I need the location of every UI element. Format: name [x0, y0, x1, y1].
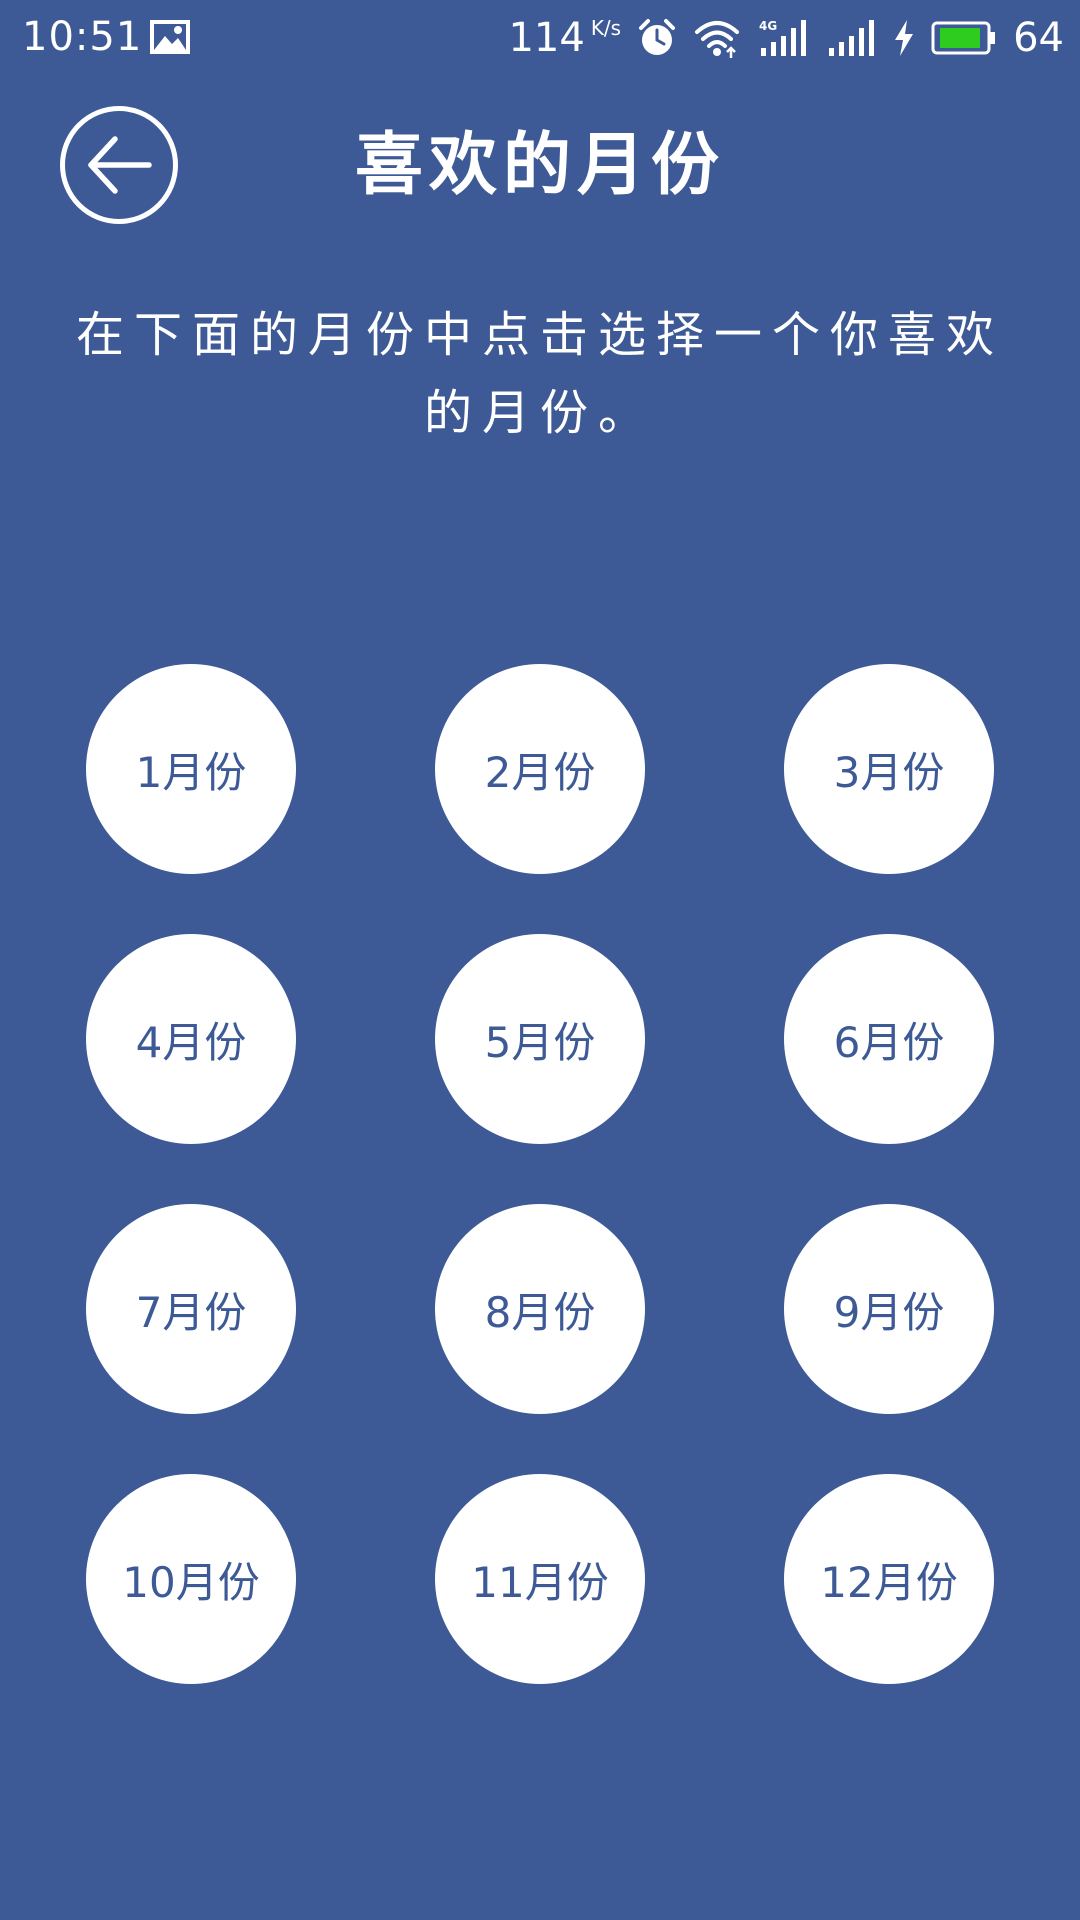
month-button-10[interactable]: 10月份 — [86, 1474, 296, 1684]
month-button-9[interactable]: 9月份 — [784, 1204, 994, 1414]
wifi-icon — [693, 18, 741, 58]
instruction-text: 在下面的月份中点击选择一个你喜欢的月份。 — [75, 307, 1004, 441]
back-arrow-icon — [88, 136, 152, 194]
month-button-12[interactable]: 12月份 — [784, 1474, 994, 1684]
month-button-2[interactable]: 2月份 — [435, 664, 645, 874]
alarm-icon — [637, 18, 677, 58]
svg-text:4G: 4G — [759, 19, 777, 33]
month-button-11[interactable]: 11月份 — [435, 1474, 645, 1684]
month-button-4[interactable]: 4月份 — [86, 934, 296, 1144]
back-button[interactable] — [60, 106, 178, 224]
month-button-1[interactable]: 1月份 — [86, 664, 296, 874]
network-speed: 114 K/s — [508, 13, 621, 63]
month-button-5[interactable]: 5月份 — [435, 934, 645, 1144]
month-button-6[interactable]: 6月份 — [784, 934, 994, 1144]
status-bar: 10:51 114 K/s 4G 64 — [0, 0, 1080, 76]
battery-icon — [931, 20, 997, 56]
status-time: 10:51 — [22, 14, 143, 60]
signal-4g-icon: 4G — [757, 18, 809, 58]
month-button-3[interactable]: 3月份 — [784, 664, 994, 874]
image-icon — [150, 20, 190, 54]
month-button-7[interactable]: 7月份 — [86, 1204, 296, 1414]
status-icons: 114 K/s 4G 64 — [508, 10, 1064, 66]
month-grid: 1月份 2月份 3月份 4月份 5月份 6月份 7月份 8月份 9月份 10月份… — [86, 664, 994, 1684]
battery-level: 64 — [1013, 15, 1064, 61]
month-button-8[interactable]: 8月份 — [435, 1204, 645, 1414]
network-speed-unit: K/s — [590, 16, 622, 40]
page-title: 喜欢的月份 — [354, 126, 725, 205]
signal-icon — [825, 18, 877, 58]
charging-icon — [893, 18, 915, 58]
network-speed-value: 114 — [508, 15, 585, 61]
